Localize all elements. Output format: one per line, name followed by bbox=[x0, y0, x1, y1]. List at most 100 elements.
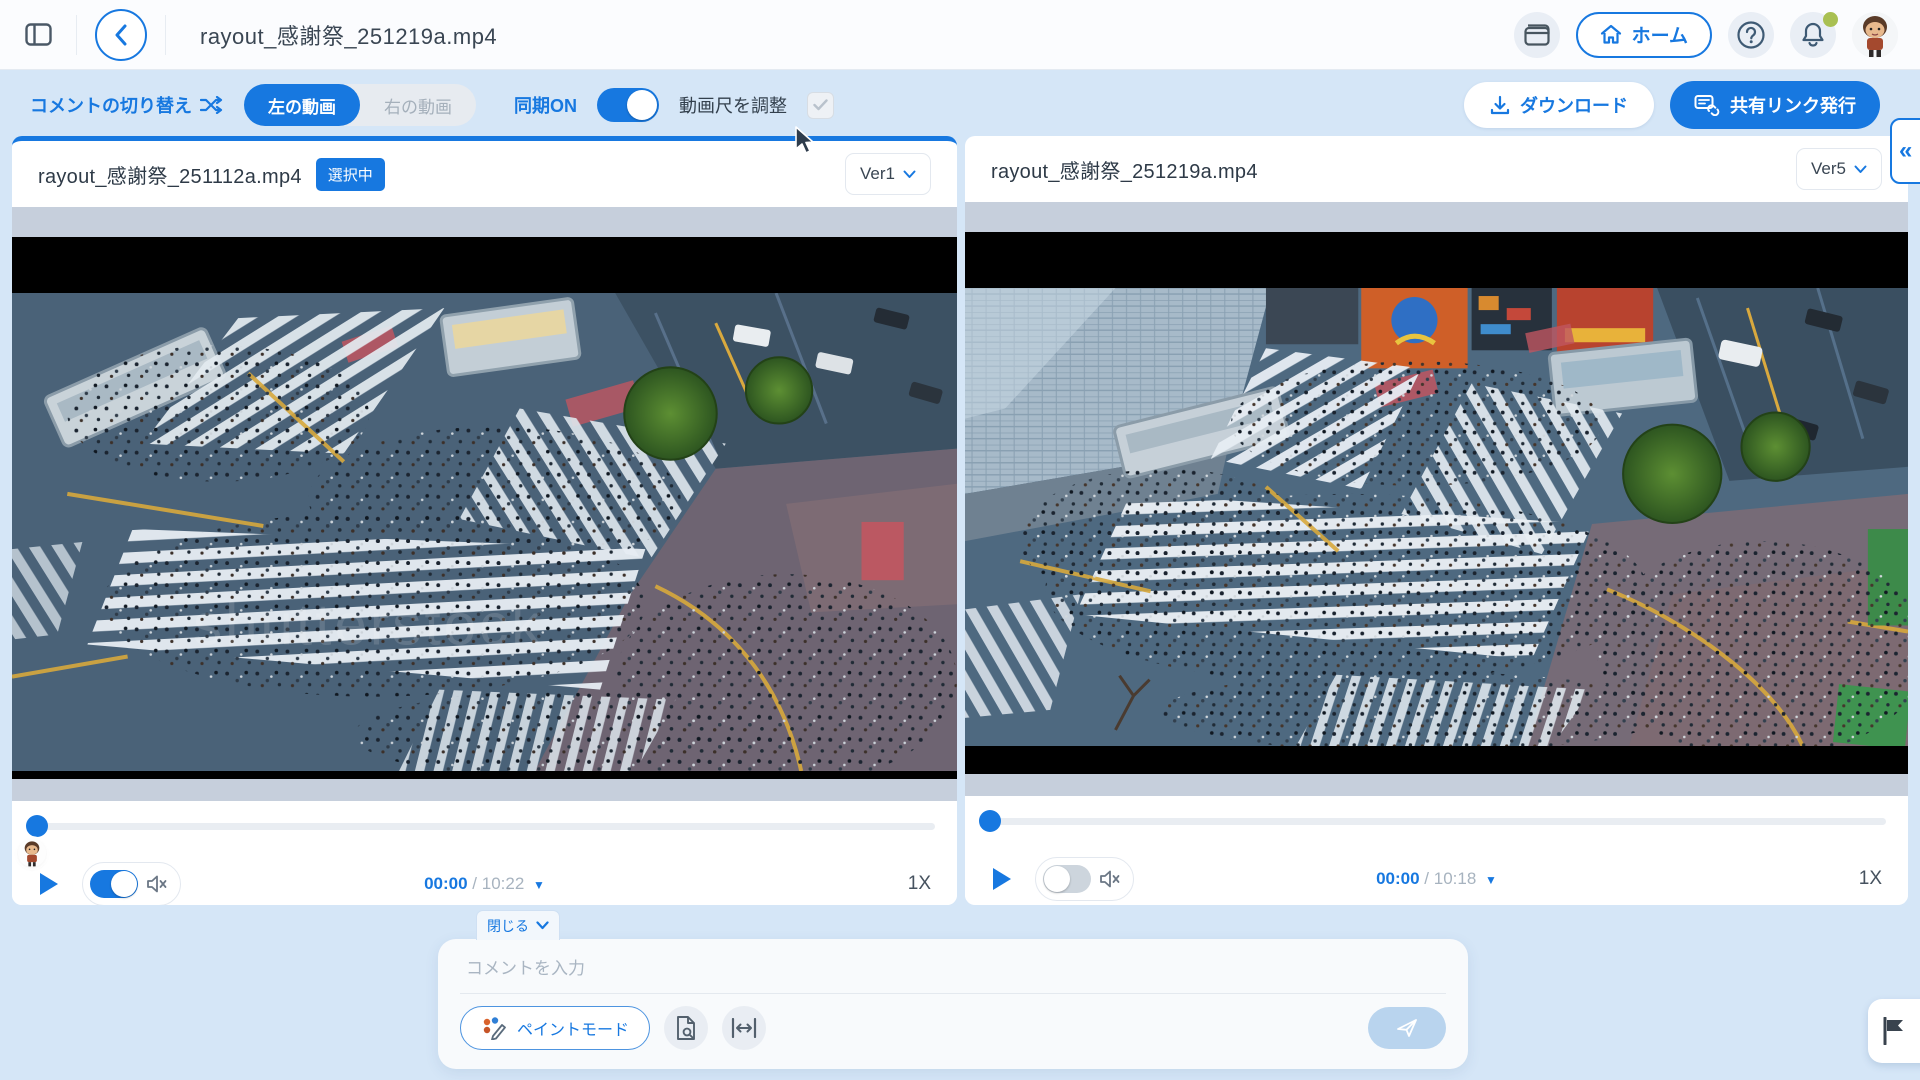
page-title: rayout_感謝祭_251219a.mp4 bbox=[200, 19, 497, 51]
flag-icon bbox=[1882, 1017, 1906, 1045]
sync-label: 同期ON bbox=[514, 92, 577, 118]
paper-plane-icon bbox=[1395, 1016, 1419, 1040]
right-play-button[interactable] bbox=[991, 866, 1013, 892]
left-audio-toggle[interactable] bbox=[90, 870, 138, 898]
selected-badge: 選択中 bbox=[316, 158, 385, 191]
left-time-caret-icon[interactable]: ▼ bbox=[533, 878, 545, 892]
right-volume-control[interactable] bbox=[1035, 857, 1134, 901]
toggle-knob bbox=[111, 871, 137, 897]
toggle-knob bbox=[627, 90, 657, 120]
left-seekbar[interactable] bbox=[34, 823, 935, 830]
back-button[interactable] bbox=[95, 9, 147, 61]
duration-adjust-label: 動画尺を調整 bbox=[679, 92, 787, 118]
comment-close-label: 閉じる bbox=[487, 916, 529, 936]
paint-mode-icon bbox=[481, 1016, 507, 1040]
download-icon bbox=[1490, 95, 1510, 116]
chevron-down-icon bbox=[536, 921, 549, 930]
card-icon bbox=[1524, 24, 1550, 46]
right-total-time: 10:18 bbox=[1434, 869, 1477, 888]
comment-switch-control[interactable]: コメントの切り替え bbox=[30, 92, 224, 118]
left-video-container: shutterstock bbox=[12, 207, 957, 801]
right-player-controls: 00:00 / 10:18 ▼ 1X bbox=[965, 796, 1908, 900]
width-range-icon bbox=[731, 1018, 757, 1038]
app-header: rayout_感謝祭_251219a.mp4 ホーム bbox=[0, 0, 1920, 70]
right-time-caret-icon[interactable]: ▼ bbox=[1485, 873, 1497, 887]
share-link-button[interactable]: 共有リンク発行 bbox=[1670, 81, 1880, 129]
right-video-filename: rayout_感謝祭_251219a.mp4 bbox=[991, 155, 1258, 184]
sidebar-expand-tab[interactable]: « bbox=[1890, 118, 1920, 184]
left-video-filename: rayout_感謝祭_251112a.mp4 bbox=[38, 160, 302, 189]
right-audio-toggle[interactable] bbox=[1043, 865, 1091, 893]
timeline-range-button[interactable] bbox=[722, 1006, 766, 1050]
right-panel-header: rayout_感謝祭_251219a.mp4 Ver5 bbox=[965, 136, 1908, 202]
toggle-knob bbox=[1044, 866, 1070, 892]
header-divider bbox=[165, 15, 166, 55]
user-avatar[interactable] bbox=[1852, 12, 1898, 58]
collapse-chevrons-icon: « bbox=[1899, 137, 1912, 165]
left-total-time: 10:22 bbox=[482, 874, 525, 893]
muted-speaker-icon bbox=[146, 874, 168, 894]
chevron-down-icon bbox=[903, 170, 916, 179]
sidebar-toggle-button[interactable] bbox=[18, 15, 58, 55]
comment-input[interactable] bbox=[460, 955, 1446, 994]
share-link-icon bbox=[1694, 94, 1720, 116]
download-button-label: ダウンロード bbox=[1520, 92, 1628, 118]
left-player-controls: 00:00 / 10:22 ▼ 1X bbox=[12, 801, 957, 905]
sync-toggle[interactable] bbox=[597, 88, 659, 122]
left-volume-control[interactable] bbox=[82, 862, 181, 905]
left-panel-header: rayout_感謝祭_251112a.mp4 選択中 Ver1 bbox=[12, 141, 957, 207]
toolbar: コメントの切り替え 左の動画 右の動画 同期ON 動画尺を調整 ダウンロー bbox=[0, 78, 1920, 132]
chevron-down-icon bbox=[1854, 165, 1867, 174]
muted-speaker-icon bbox=[1099, 869, 1121, 889]
sidebar-panel-icon bbox=[25, 23, 52, 46]
left-video-watermark: shutterstock bbox=[193, 592, 543, 657]
send-comment-button[interactable] bbox=[1368, 1007, 1446, 1049]
left-video-frame[interactable]: shutterstock bbox=[12, 237, 957, 779]
right-version-label: Ver5 bbox=[1811, 159, 1846, 179]
right-current-time: 00:00 bbox=[1376, 869, 1419, 888]
left-play-button[interactable] bbox=[38, 871, 60, 897]
share-link-button-label: 共有リンク発行 bbox=[1730, 92, 1856, 118]
shuffle-icon bbox=[200, 96, 224, 114]
panel-card-button[interactable] bbox=[1514, 12, 1560, 58]
right-version-dropdown[interactable]: Ver5 bbox=[1796, 148, 1882, 190]
notifications-button[interactable] bbox=[1790, 12, 1836, 58]
home-button-label: ホーム bbox=[1632, 21, 1688, 48]
help-icon bbox=[1736, 20, 1766, 50]
right-speed-control[interactable]: 1X bbox=[1859, 868, 1882, 890]
right-video-container bbox=[965, 202, 1908, 796]
home-icon bbox=[1600, 24, 1622, 45]
duration-adjust-checkbox[interactable] bbox=[807, 92, 834, 119]
right-video-frame[interactable] bbox=[965, 232, 1908, 774]
file-link-icon bbox=[675, 1015, 697, 1041]
left-version-dropdown[interactable]: Ver1 bbox=[845, 153, 931, 195]
left-version-label: Ver1 bbox=[860, 164, 895, 184]
segment-right-video[interactable]: 右の動画 bbox=[360, 84, 476, 126]
header-divider bbox=[76, 15, 77, 55]
right-player-panel: rayout_感謝祭_251219a.mp4 Ver5 bbox=[965, 136, 1908, 905]
left-playhead[interactable] bbox=[26, 815, 48, 837]
paint-mode-label: ペイントモード bbox=[517, 1016, 629, 1040]
right-playhead[interactable] bbox=[979, 810, 1001, 832]
paint-mode-button[interactable]: ペイントモード bbox=[460, 1006, 650, 1050]
avatar-character-icon bbox=[1852, 12, 1898, 58]
comment-close-tab[interactable]: 閉じる bbox=[476, 910, 560, 940]
notification-dot bbox=[1823, 12, 1838, 27]
comment-box: ペイントモード bbox=[438, 939, 1468, 1069]
bell-icon bbox=[1800, 21, 1826, 48]
help-button[interactable] bbox=[1728, 12, 1774, 58]
download-button[interactable]: ダウンロード bbox=[1464, 82, 1654, 128]
left-current-time: 00:00 bbox=[424, 874, 467, 893]
report-flag-button[interactable] bbox=[1868, 999, 1920, 1063]
right-video-scene bbox=[965, 288, 1908, 746]
chevron-left-icon bbox=[113, 24, 129, 46]
left-player-panel: rayout_感謝祭_251112a.mp4 選択中 Ver1 bbox=[12, 136, 957, 905]
left-video-scene: shutterstock bbox=[12, 293, 957, 771]
home-button[interactable]: ホーム bbox=[1576, 12, 1712, 58]
check-icon bbox=[813, 99, 828, 111]
comment-switch-label: コメントの切り替え bbox=[30, 92, 192, 118]
left-speed-control[interactable]: 1X bbox=[908, 873, 931, 895]
attach-file-button[interactable] bbox=[664, 1006, 708, 1050]
segment-left-video[interactable]: 左の動画 bbox=[244, 84, 360, 126]
right-seekbar[interactable] bbox=[987, 818, 1886, 825]
